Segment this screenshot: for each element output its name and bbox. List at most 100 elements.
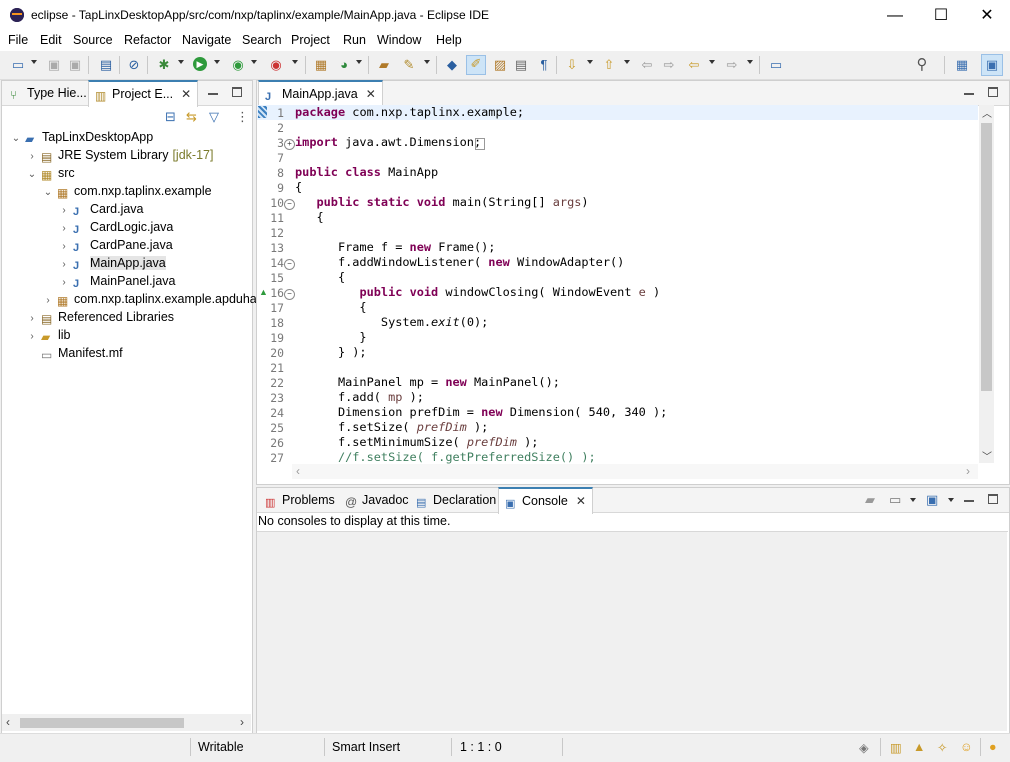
tree-item[interactable]: › ▤ JRE System Library [jdk-17] [26,146,213,164]
editor-horizontal-scrollbar[interactable]: ‹ › [292,464,978,479]
lightbulb-icon[interactable]: ● [989,740,997,754]
debug-dropdown-icon[interactable] [178,60,184,64]
show-whitespace-icon[interactable]: ¶ [536,57,552,73]
scroll-up-icon[interactable]: ︿ [982,105,992,120]
collapse-fold-icon[interactable]: − [284,259,295,270]
chevron-down-icon[interactable]: ⌄ [26,166,38,184]
skip-breakpoints-icon[interactable]: ⊘ [126,57,142,73]
new-package-icon[interactable]: ▦ [313,57,329,73]
search-tool-dropdown-icon[interactable] [424,60,430,64]
tab-mainapp-java[interactable]: J MainApp.java ✕ [258,80,383,107]
display-console-icon[interactable]: ▭ [889,492,901,508]
tab-console[interactable]: ▣ Console ✕ [498,487,593,514]
tab-javadoc[interactable]: @ Javadoc [339,488,415,512]
chevron-down-icon[interactable]: ⌄ [10,130,22,148]
minimize-pane-icon[interactable] [964,494,974,502]
collapse-fold-icon[interactable]: − [284,289,295,300]
menu-help[interactable]: Help [436,33,462,47]
coverage-icon[interactable]: ◉ [230,57,246,73]
run-dropdown-icon[interactable] [214,60,220,64]
code-line[interactable]: import java.awt.Dimension; [295,135,481,149]
next-annotation-icon[interactable]: ⇩ [564,57,580,73]
block-selection-icon[interactable]: ▨ [492,57,508,73]
menu-project[interactable]: Project [291,33,330,47]
previous-annotation-icon[interactable]: ⇧ [601,57,617,73]
menu-source[interactable]: Source [73,33,113,47]
chevron-down-icon[interactable]: ⌄ [42,184,54,202]
tree-item[interactable]: ▭ Manifest.mf [26,344,123,362]
forward-edit-icon[interactable]: ⇨ [661,57,677,73]
maximize-pane-icon[interactable] [232,87,242,97]
scroll-left-icon[interactable]: ‹ [6,715,10,729]
view-menu-icon[interactable]: ⋮ [236,109,249,125]
display-console-dropdown-icon[interactable] [910,498,916,502]
close-button[interactable]: ✕ [964,0,1010,31]
status-insert-mode[interactable]: Smart Insert [332,740,400,754]
word-wrap-icon[interactable]: ▤ [513,57,529,73]
run-icon[interactable]: ▶ [193,57,207,71]
tree-item[interactable]: › ▤ Referenced Libraries [26,308,174,326]
new-class-dropdown-icon[interactable] [356,60,362,64]
tree-item[interactable]: › J MainPanel.java [58,272,175,290]
menu-edit[interactable]: Edit [40,33,62,47]
scroll-left-icon[interactable]: ‹ [296,464,300,478]
menu-run[interactable]: Run [343,33,366,47]
code-line[interactable]: public void windowClosing( WindowEvent e… [295,285,660,299]
code-line[interactable]: f.add( mp ); [295,390,424,404]
last-edit-icon[interactable]: ⇦ [639,57,655,73]
search-icon[interactable]: ⚲ [914,57,930,73]
toggle-mark-icon[interactable]: ◆ [444,57,460,73]
code-line[interactable]: Frame f = new Frame(); [295,240,496,254]
code-line[interactable]: f.setMinimumSize( prefDim ); [295,435,538,449]
collapse-all-icon[interactable]: ⊟ [165,109,176,125]
pin-editor-icon[interactable]: ▭ [768,57,784,73]
tree-item[interactable]: › J CardLogic.java [58,218,173,236]
code-line[interactable]: package com.nxp.taplinx.example; [295,105,524,119]
minimize-pane-icon[interactable] [208,87,218,95]
save-all-icon[interactable]: ▣ [67,57,83,73]
minimize-button[interactable]: — [872,0,918,31]
new-class-icon[interactable]: ◕ [336,57,352,73]
new-dropdown-icon[interactable] [31,60,37,64]
collapse-fold-icon[interactable]: − [284,199,295,210]
menu-navigate[interactable]: Navigate [182,33,231,47]
search-tool-icon[interactable]: ✎ [401,57,417,73]
code-line[interactable]: f.addWindowListener( new WindowAdapter() [295,255,624,269]
coverage-dropdown-icon[interactable] [251,60,257,64]
code-line[interactable]: MainPanel mp = new MainPanel(); [295,375,560,389]
tutorials-icon[interactable]: ▲ [913,740,925,754]
code-line[interactable]: System.exit(0); [295,315,488,329]
code-line[interactable]: Dimension prefDim = new Dimension( 540, … [295,405,667,419]
collapsed-imports-icon[interactable] [475,138,485,150]
tree-item[interactable]: ⌄ ▦ src [26,164,75,182]
code-line[interactable]: { [295,300,366,314]
scroll-down-icon[interactable]: ﹀ [982,448,992,463]
next-annotation-dropdown-icon[interactable] [587,60,593,64]
filter-icon[interactable]: ▽ [209,109,219,125]
tab-declaration[interactable]: ▤ Declaration [410,488,502,512]
maximize-button[interactable]: ☐ [918,0,964,31]
pin-console-icon[interactable]: ▰ [865,492,875,508]
code-line[interactable]: { [295,210,323,224]
code-line[interactable]: public class MainApp [295,165,438,179]
smiley-icon[interactable]: ☺ [960,740,973,754]
maximize-pane-icon[interactable] [988,87,998,97]
scroll-right-icon[interactable]: › [240,715,244,729]
open-perspective-icon[interactable]: ▦ [954,57,970,73]
expand-fold-icon[interactable]: + [284,139,295,150]
external-tools-icon[interactable]: ◉ [268,57,284,73]
link-with-editor-icon[interactable]: ⇆ [186,109,197,125]
code-line[interactable]: { [295,270,345,284]
debug-icon[interactable]: ✱ [156,57,172,73]
tree-item[interactable]: ⌄ ▰ TapLinxDesktopApp [10,128,153,146]
code-line[interactable]: } [295,330,366,344]
editor-vertical-scrollbar[interactable]: ︿ ﹀ [979,105,994,463]
code-line[interactable]: //f.setSize( f.getPreferredSize() ); [295,450,596,464]
maximize-pane-icon[interactable] [988,494,998,504]
open-type-icon[interactable]: ▰ [376,57,392,73]
close-icon[interactable]: ✕ [576,494,586,508]
menu-search[interactable]: Search [242,33,282,47]
code-line[interactable]: f.setSize( prefDim ); [295,420,488,434]
tree-item[interactable]: › ▦ com.nxp.taplinx.example.apduha [42,290,256,308]
code-line[interactable]: { [295,180,302,194]
